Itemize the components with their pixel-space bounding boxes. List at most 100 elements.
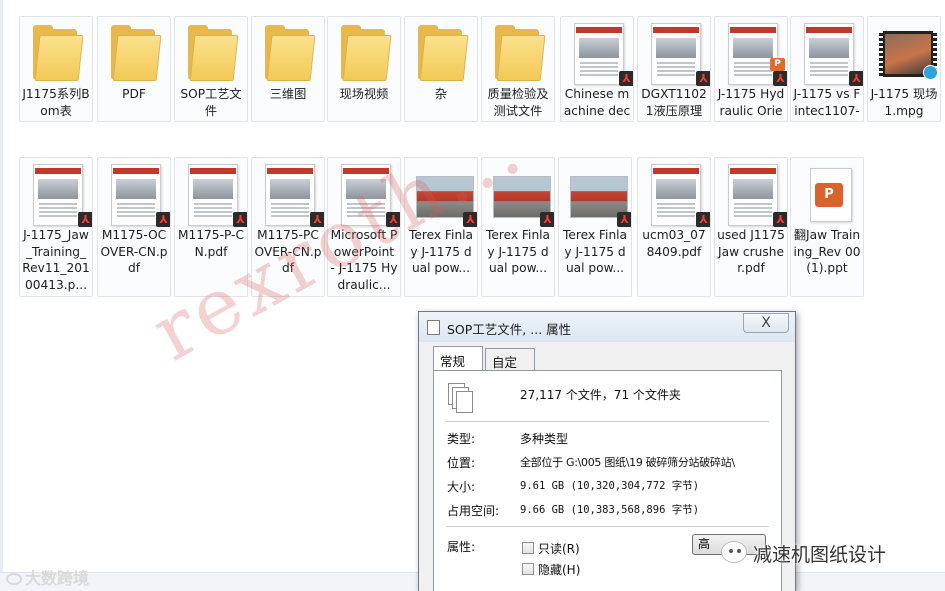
file-name-label: J-1175 现场 1.mpg [870, 87, 938, 118]
pdf-badge-icon: ⅄ [773, 71, 787, 86]
pdf-badge-icon: ⅄ [619, 71, 633, 86]
attributes-label: 属性: [447, 540, 476, 554]
file-name-label: M1175-P-CN.pdf [178, 228, 244, 259]
file-name-label: SOP工艺文件 [180, 87, 242, 118]
pdf-badge-icon: ⅄ [463, 212, 477, 227]
pdf-document-icon: ⅄ P [722, 21, 787, 86]
pdf-document-icon: ⅄ [27, 162, 92, 227]
file-item[interactable]: ⅄ used J1175 Jaw crusher.pdf [714, 157, 788, 297]
file-item[interactable]: ⅄ Terex Finlay J-1175 dual pow... [558, 157, 632, 297]
pdf-document-icon: ⅄ [645, 162, 710, 227]
type-label: 类型: [447, 432, 476, 446]
pdf-document-icon: ⅄ [568, 21, 633, 86]
folder-icon [259, 21, 319, 85]
document-icon [427, 320, 440, 335]
pdf-badge-icon: ⅄ [617, 212, 631, 227]
pdf-document-icon: ⅄ [645, 21, 710, 86]
file-name-label: 质量检验及测试文件 [487, 87, 549, 118]
file-name-label: ucm03_078409.pdf [642, 228, 706, 259]
folder-item[interactable]: 杂 [404, 16, 478, 122]
file-item[interactable]: ⅄ ucm03_078409.pdf [637, 157, 711, 297]
pdf-badge-icon: ⅄ [386, 212, 400, 227]
bottom-logo-text: 大数跨境 [25, 569, 90, 588]
size-label: 大小: [447, 480, 476, 494]
pdf-document-icon: ⅄ [335, 162, 400, 227]
dialog-title: SOP工艺文件, ... 属性 [447, 322, 572, 337]
file-name-label: 翻Jaw Training_Rev 00(1).ppt [793, 228, 861, 275]
file-name-label: Chinese machine decals.pdf [563, 87, 631, 121]
folder-item[interactable]: PDF [97, 16, 171, 122]
file-name-label: Microsoft PowerPoint - J-1175 Hydraulic.… [330, 228, 398, 292]
image-thumbnail-icon: ⅄ [412, 162, 477, 227]
folder-icon [335, 21, 395, 85]
folder-item[interactable]: 现场视频 [327, 16, 401, 122]
folder-item[interactable]: J1175系列Bom表 [19, 16, 93, 122]
folder-icon [27, 21, 87, 85]
pdf-document-icon: ⅄ [182, 162, 247, 227]
wechat-icon [721, 541, 747, 563]
window-left-edge [0, 0, 3, 591]
pdf-badge-icon: ⅄ [156, 212, 170, 227]
size-on-disk-label: 占用空间: [447, 504, 500, 518]
file-name-label: 三维图 [269, 87, 307, 101]
file-name-label: J-1175_Jaw_Training_Rev11_20100413.p... [22, 228, 90, 292]
folder-item[interactable]: 质量检验及测试文件 [481, 16, 555, 122]
file-name-label: J-1175 vs Fintec1107-Rev0.pdf [793, 87, 861, 121]
pdf-badge-icon: ⅄ [310, 212, 324, 227]
file-name-label: 杂 [434, 87, 448, 101]
file-item[interactable]: ⅄Chinese machine decals.pdf [560, 16, 634, 122]
powerpoint-badge-icon: P [770, 58, 785, 71]
bottom-logo: 大数跨境 [6, 565, 89, 589]
file-name-label: PDF [122, 87, 146, 101]
pdf-badge-icon: ⅄ [773, 212, 787, 227]
file-item[interactable]: ⅄DGXT11021液压原理图REV4.pdf [637, 16, 711, 122]
file-item[interactable]: ⅄ Terex Finlay J-1175 dual pow... [481, 157, 555, 297]
powerpoint-file-icon: P [798, 162, 858, 226]
file-item[interactable]: ⅄ M1175-OCOVER-CN.pdf [97, 157, 171, 297]
file-item[interactable]: ⅄ M1175-P-CN.pdf [174, 157, 248, 297]
image-thumbnail-icon: ⅄ [489, 162, 554, 227]
pdf-document-icon: ⅄ [722, 162, 787, 227]
hidden-label: 隐藏(H) [538, 563, 581, 577]
folder-icon [489, 21, 549, 85]
pdf-badge-icon: ⅄ [696, 212, 710, 227]
file-name-label: J-1175 Hydraulic Orientation_ Rev-0... [717, 87, 785, 121]
folder-item[interactable]: SOP工艺文件 [174, 16, 248, 122]
logo-icon [6, 573, 22, 585]
dialog-titlebar[interactable]: SOP工艺文件, ... 属性 X [419, 312, 795, 342]
pdf-badge-icon: ⅄ [696, 71, 710, 86]
tab-general[interactable]: 常规 [433, 346, 483, 370]
readonly-checkbox[interactable] [522, 542, 534, 554]
pdf-badge-icon: ⅄ [540, 212, 554, 227]
size-on-disk-value: 9.66 GB (10,383,568,896 字节) [520, 504, 700, 516]
folder-item[interactable]: 三维图 [251, 16, 325, 122]
pdf-document-icon: ⅄ [259, 162, 324, 227]
file-item[interactable]: ⅄ Microsoft PowerPoint - J-1175 Hydraulic… [327, 157, 401, 297]
size-value: 9.61 GB (10,320,304,772 字节) [520, 480, 700, 492]
location-value: 全部位于 G:\005 图纸\19 破碎筛分站破碎站\ [520, 456, 735, 469]
hidden-checkbox[interactable] [522, 563, 534, 575]
image-thumbnail-icon: ⅄ [566, 162, 631, 227]
separator [446, 526, 769, 527]
file-item[interactable]: ⅄J-1175 vs Fintec1107-Rev0.pdf [790, 16, 864, 122]
file-name-label: Terex Finlay J-1175 dual pow... [485, 228, 551, 275]
video-thumbnail-icon [875, 21, 938, 85]
file-item[interactable]: ⅄ J-1175_Jaw_Training_Rev11_20100413.p... [19, 157, 93, 297]
tab-custom[interactable]: 自定义 [485, 348, 535, 389]
folder-icon [182, 21, 242, 85]
file-item[interactable]: P 翻Jaw Training_Rev 00(1).ppt [790, 157, 864, 297]
file-item[interactable]: ⅄PJ-1175 Hydraulic Orientation_ Rev-0... [714, 16, 788, 122]
folder-icon [412, 21, 472, 85]
file-item[interactable]: ⅄ Terex Finlay J-1175 dual pow... [404, 157, 478, 297]
file-name-label: DGXT11021液压原理图REV4.pdf [641, 87, 707, 121]
file-name-label: J1175系列Bom表 [22, 87, 90, 118]
wechat-account-name: 减速机图纸设计 [753, 544, 887, 566]
separator [446, 421, 769, 422]
file-count-summary: 27,117 个文件，71 个文件夹 [520, 388, 681, 402]
pdf-badge-icon: ⅄ [233, 212, 247, 227]
close-button[interactable]: X [743, 313, 789, 333]
file-item[interactable]: ⅄ M1175-PCOVER-CN.pdf [251, 157, 325, 297]
file-item[interactable]: J-1175 现场 1.mpg [867, 16, 941, 122]
file-name-label: used J1175 Jaw crusher.pdf [717, 228, 785, 275]
file-name-label: Terex Finlay J-1175 dual pow... [408, 228, 474, 275]
